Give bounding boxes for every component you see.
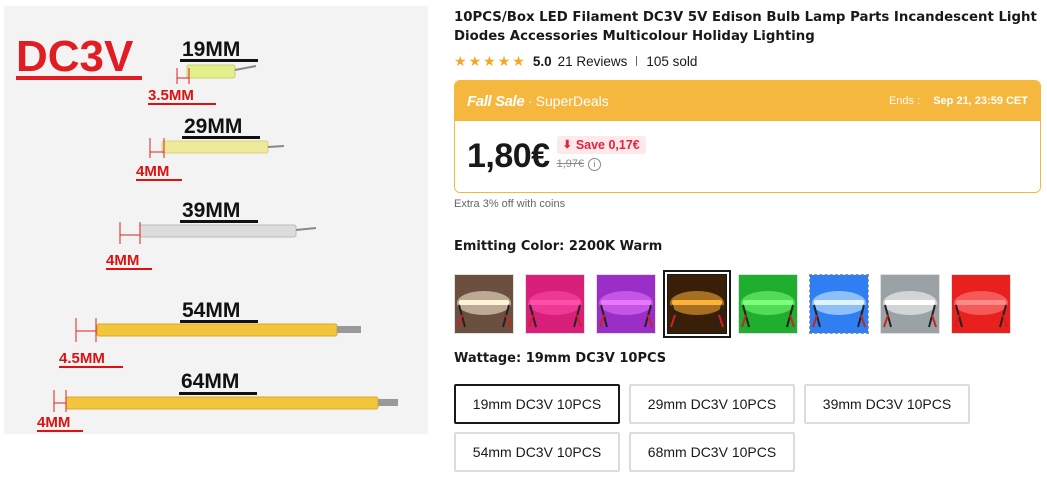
rating-score: 5.0 xyxy=(532,53,552,69)
wattage-option-label: Wattage: 19mm DC3V 10PCS xyxy=(454,351,1042,369)
color-option-label: Emitting Color: 2200K Warm xyxy=(454,239,1042,257)
deal-banner: Fall Sale · SuperDeals Ends : Sep 21, 23… xyxy=(455,81,1040,121)
color-swatch-cool-white[interactable] xyxy=(880,274,940,334)
voltage-label: DC3V xyxy=(16,32,134,81)
current-price: 1,80€ xyxy=(467,137,550,175)
color-swatch-pink[interactable] xyxy=(525,274,585,334)
color-swatch-warm-2200k[interactable] xyxy=(663,270,731,338)
info-icon[interactable]: i xyxy=(588,157,602,171)
wattage-option-button[interactable]: 39mm DC3V 10PCS xyxy=(804,384,970,424)
filament-64mm xyxy=(65,396,379,410)
wattage-option-button[interactable]: 29mm DC3V 10PCS xyxy=(629,384,795,424)
filament-54mm xyxy=(96,323,338,337)
color-swatch-blue[interactable] xyxy=(809,274,869,334)
star-icon: ★ xyxy=(483,53,496,69)
original-price: 1,97€ xyxy=(556,158,585,170)
wattage-option-button[interactable]: 54mm DC3V 10PCS xyxy=(454,432,620,472)
wattage-options: 19mm DC3V 10PCS 29mm DC3V 10PCS 39mm DC3V … xyxy=(454,384,974,472)
wattage-value: 19mm DC3V 10PCS xyxy=(525,351,667,366)
rating-row: ★ ★ ★ ★ ★ 5.0 21 Reviews 105 sold xyxy=(454,52,1042,70)
product-image-graphic: DC3V 19MM 3.5MM 29MM 4MM 39MM 4MM 54MM 4… xyxy=(4,6,428,434)
wattage-option-button[interactable]: 19mm DC3V 10PCS xyxy=(454,384,620,424)
lead-length-label: 4MM xyxy=(37,414,70,431)
color-swatch-red[interactable] xyxy=(951,274,1011,334)
wattage-option-button[interactable]: 68mm DC3V 10PCS xyxy=(629,432,795,472)
sold-count: 105 sold xyxy=(646,53,698,69)
price-row: 1,80€ ⬇ Save 0,17€ 1,97€ i xyxy=(455,121,1040,192)
reviews-link[interactable]: 21 Reviews xyxy=(558,54,628,69)
filament-length-label: 19MM xyxy=(182,38,240,61)
filament-length-label: 54MM xyxy=(182,299,240,322)
lead-length-label: 4MM xyxy=(106,252,139,269)
deal-ends: Ends : Sep 21, 23:59 CET xyxy=(889,95,1028,107)
lead-length-label: 4MM xyxy=(136,163,169,180)
color-swatch-green[interactable] xyxy=(738,274,798,334)
rating-stars[interactable]: ★ ★ ★ ★ ★ xyxy=(454,54,525,68)
price-side: ⬇ Save 0,17€ 1,97€ i xyxy=(556,135,646,171)
save-badge: ⬇ Save 0,17€ xyxy=(556,135,646,154)
save-amount: Save 0,17€ xyxy=(575,137,640,152)
star-icon: ★ xyxy=(512,53,525,69)
filament-29mm xyxy=(161,140,269,154)
product-image[interactable]: DC3V 19MM 3.5MM 29MM 4MM 39MM 4MM 54MM 4… xyxy=(4,6,428,434)
voltage-underline xyxy=(16,76,142,80)
divider xyxy=(636,56,638,66)
color-swatches xyxy=(454,270,1042,338)
ends-date: Sep 21, 23:59 CET xyxy=(933,95,1028,107)
superdeals-label: SuperDeals xyxy=(535,93,609,109)
star-icon: ★ xyxy=(497,53,511,69)
ends-label: Ends : xyxy=(888,95,921,107)
filament-length-label: 39MM xyxy=(182,199,240,222)
fall-sale-label: Fall Sale xyxy=(467,92,525,110)
lead-length-label: 4.5MM xyxy=(59,350,105,367)
color-swatch-purple[interactable] xyxy=(596,274,656,334)
color-label: Emitting Color: xyxy=(454,239,565,254)
filament-length-label: 64MM xyxy=(181,370,239,393)
product-info-panel: 10PCS/Box LED Filament DC3V 5V Edison Bu… xyxy=(454,8,1042,472)
filament-19mm xyxy=(186,64,236,79)
wattage-label: Wattage: xyxy=(454,351,522,366)
banner-separator: · xyxy=(528,93,533,109)
filament-length-label: 29MM xyxy=(184,115,242,138)
old-price-row: 1,97€ i xyxy=(556,157,646,171)
star-icon: ★ xyxy=(468,53,482,69)
color-value: 2200K Warm xyxy=(568,239,663,254)
deal-box: Fall Sale · SuperDeals Ends : Sep 21, 23… xyxy=(454,80,1041,193)
down-arrow-icon: ⬇ xyxy=(562,139,572,151)
color-swatch-white[interactable] xyxy=(454,274,514,334)
star-icon: ★ xyxy=(454,53,467,69)
lead-length-label: 3.5MM xyxy=(148,87,194,104)
filament-39mm xyxy=(139,224,297,238)
coins-note: Extra 3% off with coins xyxy=(454,198,566,210)
product-title: 10PCS/Box LED Filament DC3V 5V Edison Bu… xyxy=(454,10,1037,44)
